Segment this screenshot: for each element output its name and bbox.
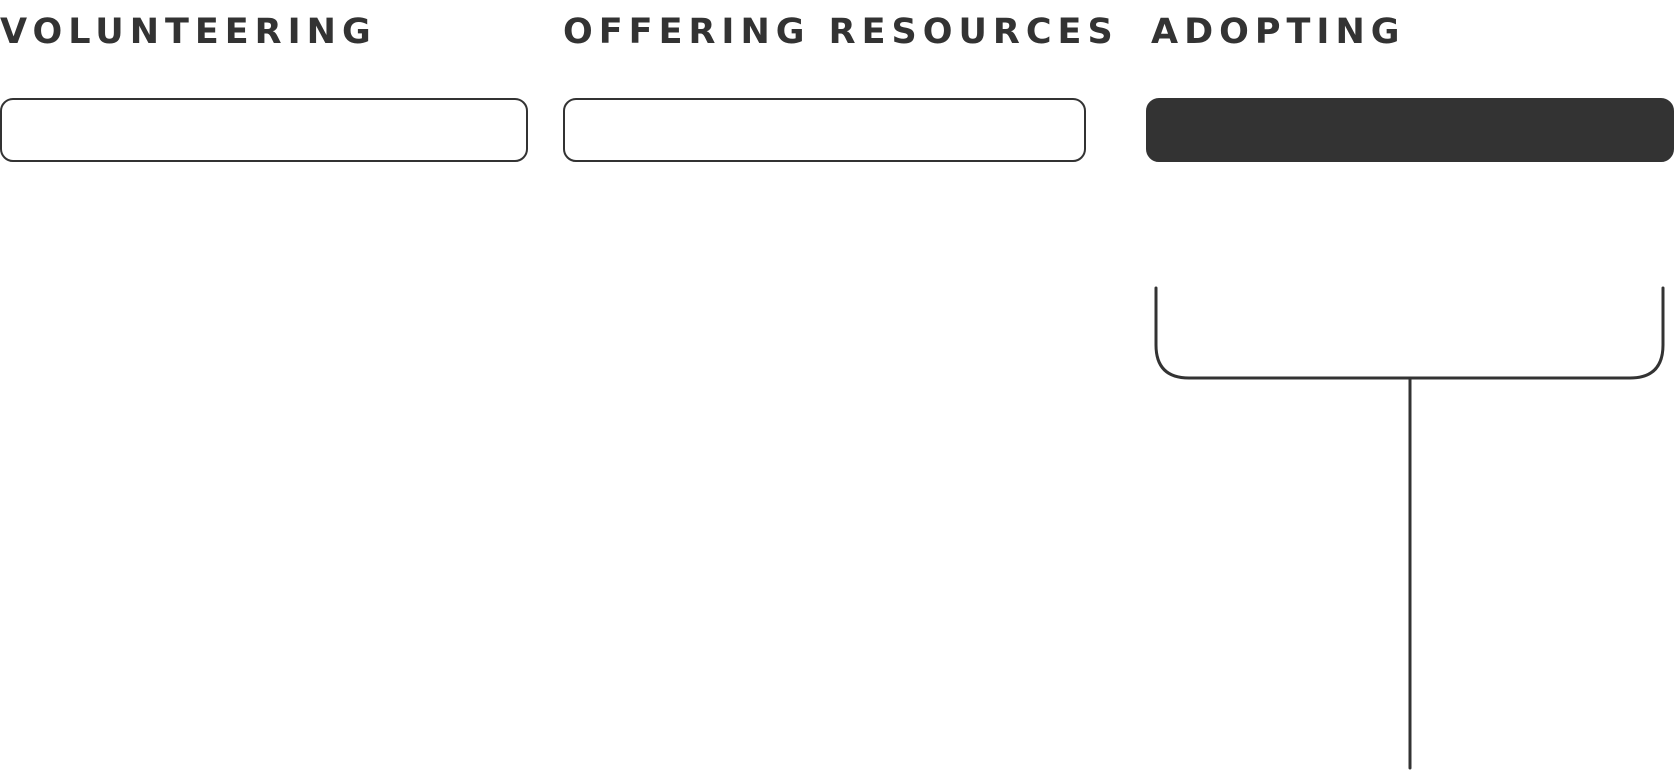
tab-offering-resources-label: OFFERING RESOURCES — [563, 12, 1119, 52]
bracket-line — [1154, 286, 1665, 380]
tab-volunteering-button[interactable] — [0, 98, 528, 162]
tab-adopting-label: ADOPTING — [1151, 12, 1406, 52]
tab-volunteering-label: VOLUNTEERING — [0, 12, 377, 52]
tab-adopting-button[interactable] — [1146, 98, 1674, 162]
tab-offering-resources-button[interactable] — [563, 98, 1086, 162]
